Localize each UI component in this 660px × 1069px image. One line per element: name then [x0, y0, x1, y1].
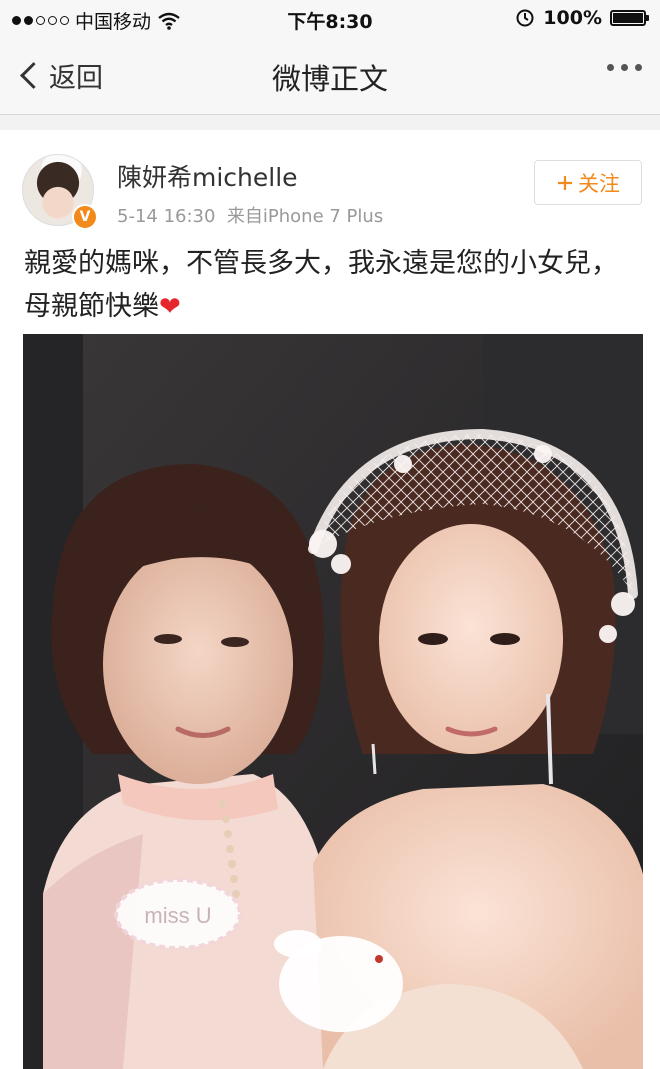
username[interactable]: 陳妍希michelle — [117, 158, 298, 194]
verified-icon: V — [72, 204, 98, 230]
post-text: 親愛的媽咪，不管長多大，我永遠是您的小女兒，母親節快樂❤ — [24, 242, 639, 329]
heart-emoji-icon: ❤ — [159, 292, 181, 322]
post-body: 親愛的媽咪，不管長多大，我永遠是您的小女兒，母親節快樂 — [24, 248, 618, 322]
battery-percent: 100% — [543, 7, 602, 29]
alarm-icon — [516, 9, 534, 27]
nav-bar: 返回 微博正文 — [0, 36, 660, 115]
status-right: 100% — [515, 7, 649, 29]
page-title: 微博正文 — [271, 62, 388, 96]
post-card: V 陳妍希michelle 5-14 16:30 来自iPhone 7 Plus… — [0, 130, 660, 1069]
battery-icon — [610, 10, 649, 26]
post-source: 来自iPhone 7 Plus — [226, 206, 384, 227]
post-photo[interactable]: miss U — [23, 334, 643, 1069]
photo-illustration: miss U — [23, 334, 643, 1069]
status-bar: 中国移动 下午8:30 100% — [0, 0, 660, 36]
post-timestamp: 5-14 16:30 — [117, 206, 216, 227]
more-icon[interactable] — [607, 64, 642, 71]
plus-icon — [558, 175, 572, 190]
sticker-text: miss U — [144, 903, 211, 928]
post-meta: 5-14 16:30 来自iPhone 7 Plus — [117, 202, 383, 228]
follow-label: 关注 — [578, 171, 620, 196]
follow-button[interactable]: 关注 — [534, 160, 642, 205]
